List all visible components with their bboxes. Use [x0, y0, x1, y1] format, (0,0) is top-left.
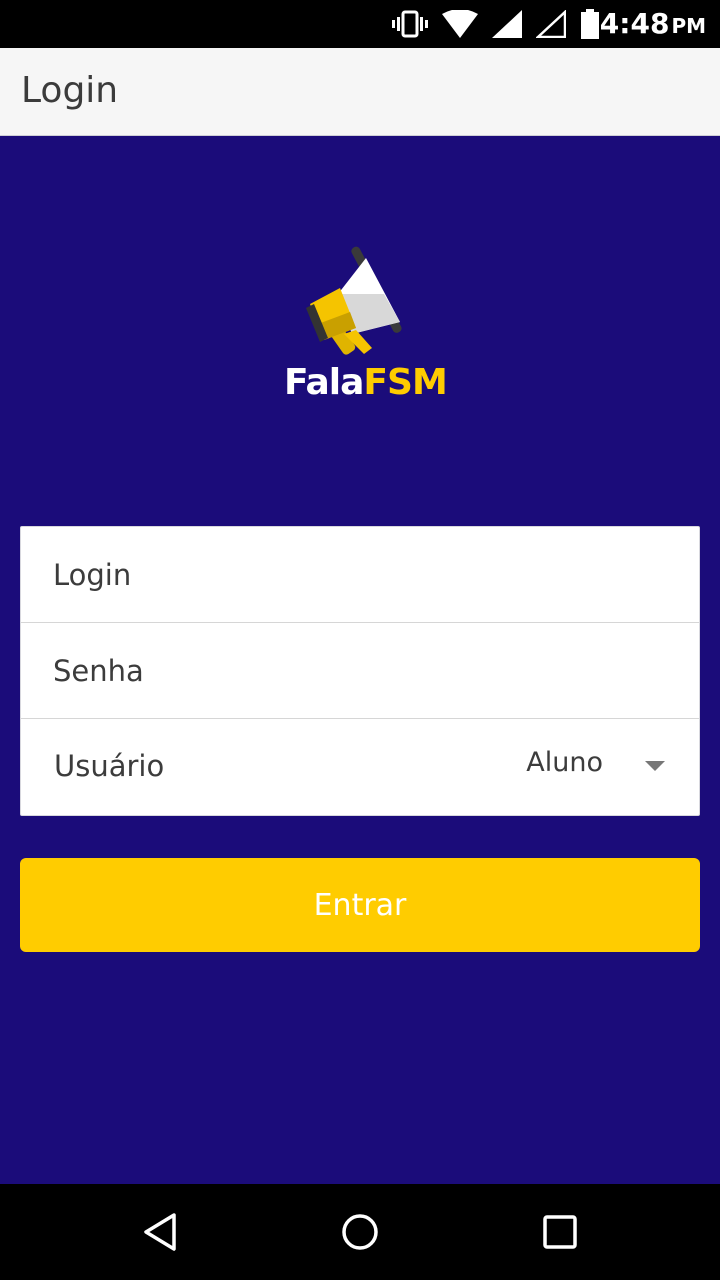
status-icons [392, 8, 600, 40]
login-input[interactable] [53, 547, 673, 603]
user-type-row: Usuário Aluno [21, 719, 699, 815]
home-icon [342, 1214, 378, 1250]
password-row [21, 623, 699, 719]
logo-text: FalaFSM [284, 362, 448, 403]
user-type-select[interactable]: Aluno [526, 747, 603, 778]
login-row [21, 527, 699, 623]
dropdown-caret-icon[interactable] [645, 761, 665, 771]
megaphone-icon [306, 246, 402, 355]
status-time: 4:48 PM [600, 6, 706, 44]
password-input[interactable] [53, 643, 673, 699]
home-button[interactable] [336, 1208, 384, 1256]
signal-empty-icon [536, 10, 566, 38]
recents-icon [543, 1215, 577, 1249]
back-icon [144, 1213, 176, 1251]
enter-button[interactable]: Entrar [20, 858, 700, 952]
recents-button[interactable] [536, 1208, 584, 1256]
user-type-label: Usuário [54, 749, 165, 783]
vibrate-icon [392, 10, 428, 38]
signal-icon [492, 10, 522, 38]
time-text: 4:48 [599, 7, 670, 40]
battery-icon [581, 9, 599, 39]
logo-text-fala: Fala [284, 362, 364, 403]
app-bar: Login [0, 48, 720, 136]
login-form: Usuário Aluno [20, 526, 700, 816]
wifi-icon [442, 10, 478, 38]
status-bar: 4:48 PM [0, 0, 720, 48]
page-title: Login [21, 70, 119, 111]
logo-text-fsm: FSM [363, 362, 447, 403]
nav-bar [0, 1184, 720, 1280]
time-ampm: PM [671, 14, 706, 38]
back-button[interactable] [136, 1208, 184, 1256]
